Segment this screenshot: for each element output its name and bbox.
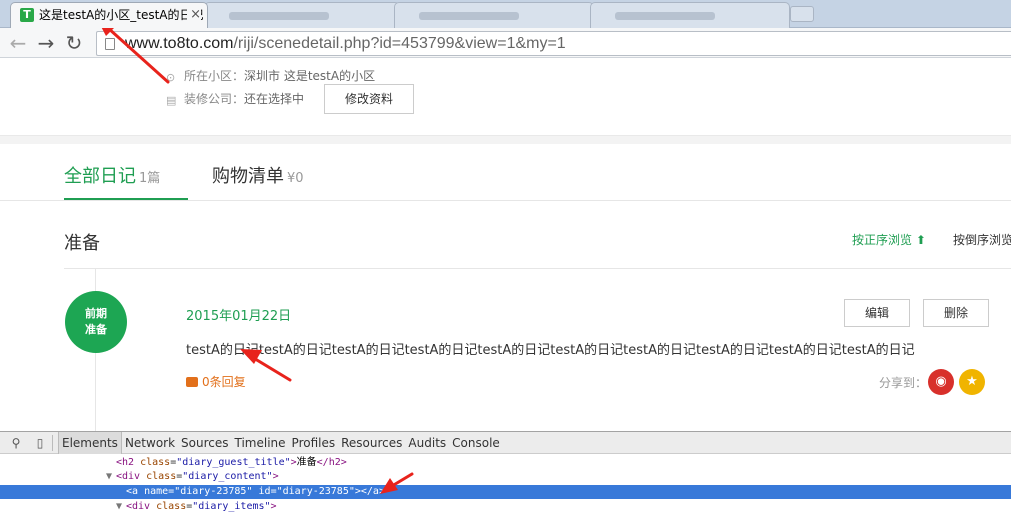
devtools-tab-console[interactable]: Console — [449, 432, 503, 454]
devtools-tab-audits[interactable]: Audits — [405, 432, 449, 454]
sort-ascending-link[interactable]: 按正序浏览 ⬆ — [852, 231, 926, 248]
tab-label: 购物清单 — [212, 166, 284, 187]
browser-tabstrip: T 这是testA的小区_testA的日记 × — [0, 0, 1011, 28]
edit-entry-button[interactable]: 编辑 — [844, 299, 910, 327]
browser-tab[interactable] — [204, 2, 400, 28]
stage-badge-line1: 前期 — [85, 307, 107, 320]
tab-label: 全部日记 — [64, 166, 136, 187]
edit-profile-button[interactable]: 修改资料 — [324, 84, 414, 114]
delete-entry-button[interactable]: 删除 — [923, 299, 989, 327]
devtools-tab-sources[interactable]: Sources — [178, 432, 231, 454]
devtools-tab-profiles[interactable]: Profiles — [289, 432, 339, 454]
tab-title-placeholder — [615, 11, 715, 20]
entry-date: 2015年01月22日 — [186, 309, 292, 324]
search-icon[interactable]: ⚲ — [8, 435, 24, 451]
devtools-tabs: Elements Network Sources Timeline Profil… — [58, 432, 503, 454]
close-icon[interactable]: × — [187, 3, 201, 27]
reload-icon[interactable]: ↻ — [62, 31, 86, 55]
section-gap — [0, 136, 1011, 144]
dom-node-row[interactable]: <h2 class="diary_guest_title">准备</h2> — [0, 456, 1011, 470]
browser-tab[interactable] — [590, 2, 790, 28]
new-tab-button[interactable] — [790, 6, 814, 22]
company-value: 还在选择中 — [244, 92, 305, 106]
url-host: www.to8to.com — [125, 35, 234, 52]
tab-count: 1篇 — [139, 171, 161, 186]
community-row: ⊙ 所在小区：深圳市 这是testA的小区 — [166, 67, 375, 84]
devtools-tab-elements[interactable]: Elements — [58, 432, 122, 454]
tab-title-placeholder — [229, 11, 329, 20]
tab-title: 这是testA的小区_testA的日记 — [39, 8, 204, 22]
tab-title-placeholder — [419, 11, 519, 20]
devtools-tab-resources[interactable]: Resources — [338, 432, 405, 454]
stage-title: 准备 — [64, 233, 100, 254]
entry-text: testA的日记testA的日记testA的日记testA的日记testA的日记… — [186, 343, 915, 358]
browser-tab-active[interactable]: T 这是testA的小区_testA的日记 × — [10, 2, 208, 28]
browser-tab[interactable] — [394, 2, 594, 28]
url-text: www.to8to.com/riji/scenedetail.php?id=45… — [125, 33, 566, 55]
devtools-tab-timeline[interactable]: Timeline — [232, 432, 289, 454]
page-icon — [105, 38, 115, 50]
tab-count: ¥0 — [287, 171, 304, 186]
company-row: ▤ 装修公司：还在选择中 — [166, 90, 304, 107]
dom-node-row[interactable]: ▼ <div class="diary_items"> — [0, 500, 1011, 514]
qzone-share-icon[interactable]: ★ — [959, 369, 985, 395]
comments-count: 0条回复 — [202, 375, 246, 389]
stage-badge: 前期 准备 — [65, 291, 127, 353]
dom-node-row[interactable]: ▼ <div class="diary_content"> — [0, 470, 1011, 484]
company-label: 装修公司： — [184, 92, 245, 106]
forward-icon[interactable]: → — [34, 31, 58, 55]
devtools-panel: ⚲ ▯ Elements Network Sources Timeline Pr… — [0, 431, 1011, 516]
location-icon: ⊙ — [166, 71, 176, 84]
browser-toolbar: ← → ↻ www.to8to.com/riji/scenedetail.php… — [0, 28, 1011, 58]
tab-all-diaries[interactable]: 全部日记 1篇 — [64, 162, 160, 188]
site-logo-icon: T — [20, 8, 34, 22]
community-label: 所在小区： — [184, 69, 245, 83]
weibo-share-icon[interactable]: ◉ — [928, 369, 954, 395]
divider — [64, 268, 1011, 269]
divider — [0, 200, 1011, 201]
comments-link[interactable]: 0条回复 — [186, 373, 246, 390]
dom-node-row-selected[interactable]: <a name="diary-23785" id="diary-23785"><… — [0, 485, 1011, 499]
devtools-tab-network[interactable]: Network — [122, 432, 178, 454]
sort-descending-link[interactable]: 按倒序浏览 — [953, 231, 1011, 248]
stage-badge-line2: 准备 — [85, 323, 107, 336]
device-mode-icon[interactable]: ▯ — [32, 435, 48, 451]
share-label: 分享到： — [879, 376, 928, 390]
back-icon[interactable]: ← — [6, 31, 30, 55]
comment-icon — [186, 377, 198, 387]
divider — [52, 435, 53, 451]
building-icon: ▤ — [166, 94, 177, 107]
devtools-toolbar: ⚲ ▯ Elements Network Sources Timeline Pr… — [0, 432, 1011, 454]
address-bar[interactable]: www.to8to.com/riji/scenedetail.php?id=45… — [96, 31, 1011, 56]
community-value: 深圳市 这是testA的小区 — [244, 69, 376, 83]
url-path: /riji/scenedetail.php?id=453799&view=1&m… — [233, 35, 566, 52]
tab-shopping-list[interactable]: 购物清单 ¥0 — [212, 162, 304, 188]
page-content: ⊙ 所在小区：深圳市 这是testA的小区 ▤ 装修公司：还在选择中 修改资料 全部… — [0, 59, 1011, 431]
